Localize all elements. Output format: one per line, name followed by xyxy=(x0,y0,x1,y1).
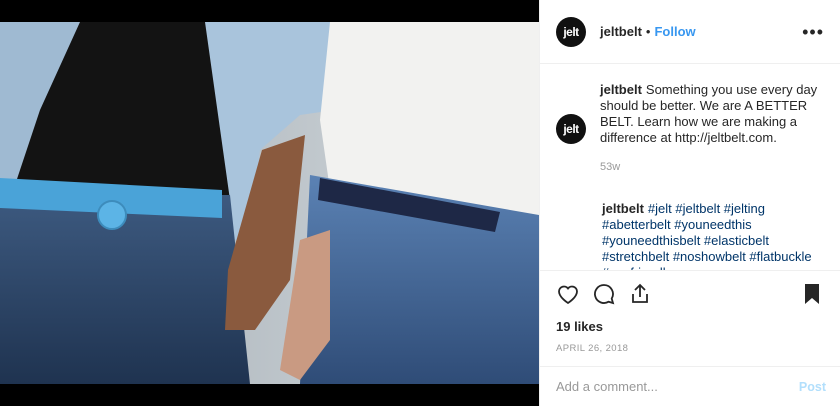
add-comment-bar: Add a comment... Post xyxy=(540,366,840,406)
comments-list[interactable]: jelt jeltbelt Something you use every day… xyxy=(540,64,840,270)
post-sidebar: jelt jeltbelt • Follow ••• jelt jeltbelt… xyxy=(539,0,840,406)
more-icon[interactable]: ••• xyxy=(802,23,824,41)
share-icon[interactable] xyxy=(628,282,652,306)
comment-icon[interactable] xyxy=(592,282,616,306)
caption-comment: jelt jeltbelt Something you use every day… xyxy=(556,82,824,175)
photo-illustration xyxy=(0,0,539,406)
follow-button[interactable]: Follow xyxy=(654,24,695,39)
avatar[interactable]: jelt xyxy=(556,16,586,47)
action-icons xyxy=(556,281,824,307)
caption-username[interactable]: jeltbelt xyxy=(600,82,642,97)
heart-icon[interactable] xyxy=(556,282,580,306)
post-header: jelt jeltbelt • Follow ••• xyxy=(540,0,840,64)
comment-input[interactable]: Add a comment... xyxy=(556,379,799,394)
caption-body: jeltbelt Something you use every day shou… xyxy=(600,82,824,175)
likes-count[interactable]: 19 likes xyxy=(556,319,824,334)
post-modal: jelt jeltbelt • Follow ••• jelt jeltbelt… xyxy=(0,0,840,406)
post-button[interactable]: Post xyxy=(799,380,826,394)
post-date[interactable]: APRIL 26, 2018 xyxy=(556,343,824,354)
caption-avatar[interactable]: jelt xyxy=(556,114,586,144)
caption-age[interactable]: 53w xyxy=(600,159,824,175)
separator-dot: • xyxy=(645,24,651,39)
post-photo[interactable] xyxy=(0,0,539,406)
username-link[interactable]: jeltbelt xyxy=(600,24,642,39)
hashtag-comment: jeltbelt #jelt #jeltbelt #jelting #abette… xyxy=(556,201,827,270)
bookmark-icon[interactable] xyxy=(800,282,824,306)
comment-username[interactable]: jeltbelt xyxy=(602,201,644,216)
